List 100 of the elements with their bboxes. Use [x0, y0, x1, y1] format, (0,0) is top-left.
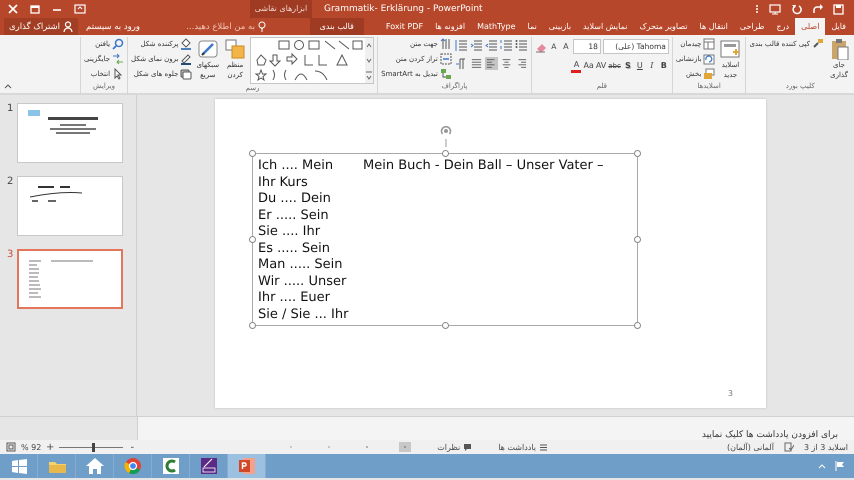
ribbon-tab[interactable]: فایل [825, 18, 852, 35]
resize-handle[interactable] [634, 236, 641, 243]
brush-stroke-icon [196, 38, 219, 60]
font-color-button[interactable]: A [571, 59, 582, 73]
align-icon[interactable] [484, 57, 498, 70]
reset-icon [703, 53, 716, 65]
slider-thumb[interactable] [92, 442, 96, 452]
format-button[interactable]: U [634, 59, 645, 73]
slide-thumbnail[interactable] [17, 249, 123, 309]
text-paragraph: Sie .... Ihr [258, 224, 322, 240]
slide-number: 2 [7, 176, 14, 187]
window-title: Grammatik- Erklärung - PowerPoint [323, 4, 484, 14]
resize-handle[interactable] [249, 322, 256, 329]
ribbon-tab[interactable]: تصاویر متحرک [633, 18, 694, 35]
monitor-icon[interactable] [769, 4, 781, 14]
ribbon-tab[interactable]: افزونه ها [429, 18, 472, 35]
collapse-ribbon-icon[interactable] [4, 83, 12, 89]
text-direction-icon [440, 38, 452, 50]
ribbon-tab[interactable]: طراحی [734, 18, 771, 35]
layout-icon [703, 38, 716, 50]
gallery-scroll-icon[interactable] [365, 38, 374, 83]
zoom-in-button[interactable]: + [46, 442, 54, 452]
brush-icon [812, 38, 824, 50]
more-icon[interactable] [755, 4, 759, 14]
ribbon-tab[interactable]: نما [522, 18, 543, 35]
text-paragraph: Ihr .... Euer [258, 290, 332, 306]
slide-number: 1 [7, 103, 14, 114]
format-button[interactable]: B [658, 59, 669, 73]
zoom-out-button[interactable]: - [128, 442, 136, 452]
zoom-level: 92 % [21, 442, 42, 452]
ribbon-tab[interactable]: نمایش اسلاید [577, 18, 634, 35]
resize-handle[interactable] [634, 150, 641, 157]
notes-icon [539, 442, 548, 452]
resize-handle[interactable] [249, 150, 256, 157]
ribbon-tab[interactable]: اصلی [795, 18, 826, 35]
sign-in-button[interactable]: ورود به سیستم [86, 22, 140, 32]
close-icon[interactable] [8, 4, 18, 14]
resize-handle[interactable] [442, 150, 449, 157]
lightbulb-icon [258, 21, 266, 32]
restore-icon[interactable] [30, 4, 40, 14]
tell-me-field[interactable]: به من اطلاع دهید... [148, 21, 266, 32]
paint-bucket-icon [180, 38, 192, 50]
share-button[interactable]: اشتراک گذاری [4, 18, 78, 35]
text-paragraph: Es ..... Sein [258, 240, 332, 257]
shapes-icon [224, 38, 246, 60]
line-spacing-icon[interactable] [454, 39, 468, 52]
redo-icon[interactable] [812, 4, 823, 14]
slide-canvas[interactable]: Ich .... Mein Mein Buch - Dein Ball – Unser Vater – Ihr Kurs Du .... Dein Er ..... Sein Sie .... Ihr Es ..... Sein Man ..... Sein Wir ..... Unser Ihr .... Euer Sie / Sie ... Ihr 3 [215, 99, 766, 408]
slide-number: 3 [7, 249, 14, 260]
resize-handle[interactable] [634, 322, 641, 329]
text-paragraph: Sie / Sie ... Ihr [258, 306, 350, 323]
numbered-list-icon[interactable] [500, 39, 513, 52]
paragraph-direction-icon[interactable] [454, 57, 468, 70]
chrome-icon[interactable] [122, 455, 144, 477]
slide-thumbnail[interactable] [17, 103, 123, 163]
increase-indent-icon[interactable] [470, 39, 483, 52]
rotate-handle-icon[interactable] [439, 125, 453, 147]
resize-handle[interactable] [249, 236, 256, 243]
ribbon-display-icon[interactable] [74, 4, 86, 14]
format-button[interactable]: AV [596, 59, 606, 73]
ribbon-tab[interactable]: قالب بندی [310, 18, 364, 35]
ribbon-tab[interactable]: انتقال ها [694, 18, 734, 35]
grow-font-button[interactable]: A [560, 40, 571, 54]
undo-icon[interactable] [791, 4, 802, 14]
align-icon[interactable] [500, 57, 513, 70]
save-icon[interactable] [833, 4, 844, 14]
format-button[interactable]: I [646, 59, 657, 73]
notes-button[interactable]: یادداشت ها [498, 442, 548, 452]
align-icon[interactable] [470, 57, 483, 70]
comment-icon [463, 442, 472, 452]
resize-handle[interactable] [442, 322, 449, 329]
align-text-icon [440, 53, 452, 65]
slide-thumbnail[interactable] [17, 176, 123, 236]
replace-icon [112, 53, 124, 65]
slide-content-drawing [28, 260, 94, 298]
ribbon-tab[interactable]: بازبینی [542, 18, 578, 35]
section-icon [703, 68, 716, 80]
decrease-indent-icon[interactable] [484, 39, 498, 52]
slide-icon [719, 38, 742, 60]
text-paragraph: Du .... Dein [258, 191, 332, 208]
fit-slide-icon[interactable] [6, 442, 16, 452]
text-paragraph: Man ..... Sein [258, 257, 344, 274]
search-icon [112, 38, 124, 50]
flag-icon[interactable] [834, 460, 846, 472]
bullet-list-icon[interactable] [514, 39, 528, 52]
language-label: آلمانی (آلمان) [726, 442, 774, 452]
ribbon-tab[interactable]: Foxit PDF [380, 18, 430, 35]
notes-field[interactable]: برای افزودن یادداشت ها کلیک نمایید [137, 417, 854, 440]
comments-button[interactable]: نظرات [437, 442, 472, 452]
ribbon-tab[interactable]: درج [770, 18, 796, 35]
cursor-icon [112, 68, 124, 80]
effects-icon [180, 68, 192, 80]
slide-counter: اسلاید 3 از 3 [804, 442, 848, 452]
contextual-tab-header: ابزارهای نقاشی [250, 0, 312, 18]
format-button[interactable]: Aa [583, 59, 594, 73]
ribbon-tab[interactable]: MathType [471, 18, 522, 35]
format-button[interactable]: S [622, 59, 633, 73]
chevron-up-icon[interactable] [818, 463, 826, 469]
pen-icon [180, 53, 192, 65]
spellcheck-icon[interactable] [784, 442, 794, 452]
